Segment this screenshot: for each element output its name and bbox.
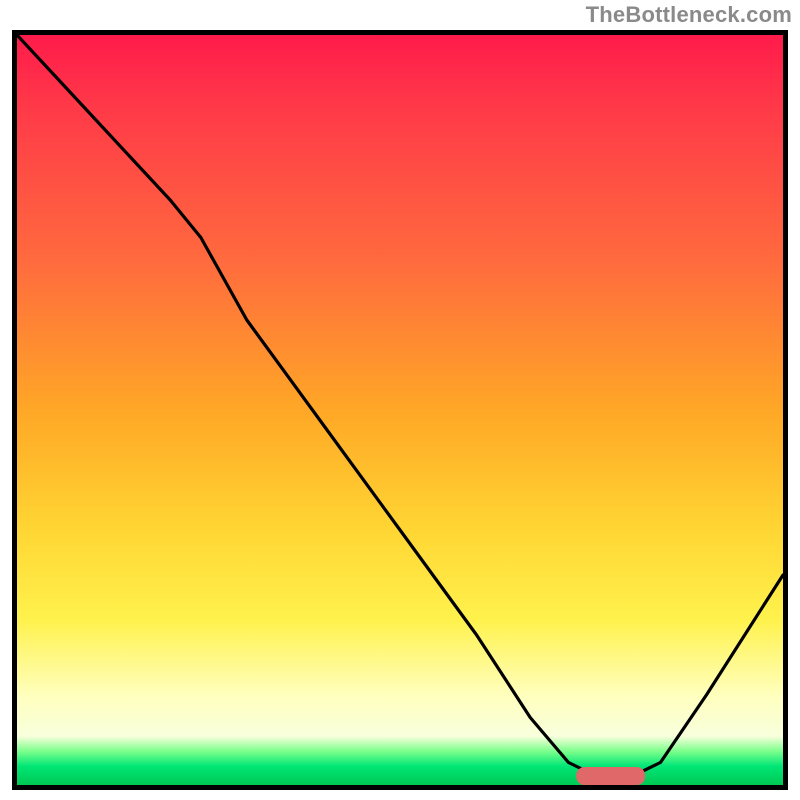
chart-root: TheBottleneck.com — [0, 0, 800, 800]
watermark-text: TheBottleneck.com — [586, 2, 792, 28]
plot-frame — [12, 30, 788, 790]
gradient-background — [17, 35, 783, 785]
